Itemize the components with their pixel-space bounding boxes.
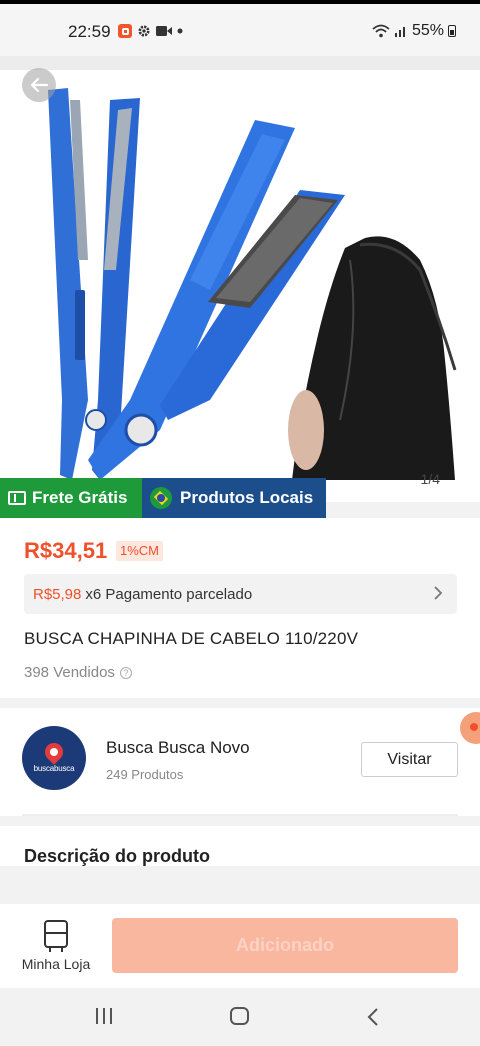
free-shipping-badge: Frete Grátis xyxy=(0,478,142,518)
local-products-badge: Produtos Locais xyxy=(142,478,326,518)
description-title: Descrição do produto xyxy=(24,846,211,866)
arrow-left-icon xyxy=(30,77,49,93)
screen: 22:59 55% 1/4 Frete Grátis Produtos Loca… xyxy=(0,0,480,1046)
store-card: buscabusca Busca Busca Novo 249 Produtos… xyxy=(0,708,480,816)
add-to-cart-button[interactable]: Adicionado xyxy=(112,918,458,973)
installment-text: x6 Pagamento parcelado xyxy=(85,585,253,603)
free-shipping-label: Frete Grátis xyxy=(32,488,128,507)
sold-count: 398 Vendidos xyxy=(24,664,115,681)
location-pin-icon xyxy=(41,739,67,765)
my-store-button[interactable]: Minha Loja xyxy=(22,920,90,972)
installment-row[interactable]: R$5,98 x6 Pagamento parcelado xyxy=(24,574,457,614)
question-icon[interactable]: ? xyxy=(119,666,132,679)
status-right: 55% xyxy=(372,22,456,40)
price-card: R$34,51 1%CM R$5,98 x6 Pagamento parcela… xyxy=(0,518,480,698)
gear-icon xyxy=(138,25,150,37)
signal-icon xyxy=(394,27,405,37)
store-product-count: 249 Produtos xyxy=(106,767,184,782)
installment-amount: R$5,98 xyxy=(33,585,82,603)
shop-app-icon xyxy=(118,24,132,38)
my-store-label: Minha Loja xyxy=(21,956,91,972)
product-price: R$34,51 xyxy=(24,538,108,563)
product-image xyxy=(48,88,457,480)
store-logo-text: buscabusca xyxy=(33,764,75,773)
chevron-right-icon xyxy=(434,586,443,600)
recent-apps-button[interactable] xyxy=(96,1008,112,1024)
product-image-carousel[interactable]: 1/4 xyxy=(0,70,480,502)
home-button[interactable] xyxy=(230,1007,249,1025)
status-time: 22:59 xyxy=(68,22,111,41)
battery-percent: 55% xyxy=(411,22,444,39)
image-counter: 1/4 xyxy=(420,471,440,487)
visit-store-button[interactable]: Visitar xyxy=(361,742,458,777)
status-bar: 22:59 55% xyxy=(0,4,480,56)
dot-icon xyxy=(177,28,183,34)
product-title: BUSCA CHAPINHA DE CABELO 110/220V xyxy=(24,629,359,648)
bottom-action-bar: Minha Loja Adicionado xyxy=(0,904,480,988)
battery-icon xyxy=(448,25,456,37)
video-camera-icon xyxy=(156,26,172,36)
cm-badge: 1%CM xyxy=(116,541,164,561)
sold-count-row: 398 Vendidos ? xyxy=(24,664,132,681)
divider xyxy=(22,814,458,816)
system-nav-bar xyxy=(0,988,480,1046)
store-logo[interactable]: buscabusca xyxy=(22,726,86,790)
status-notification-icons xyxy=(118,24,183,38)
brazil-flag-icon xyxy=(150,487,172,509)
back-nav-icon[interactable] xyxy=(367,1007,379,1027)
promo-badges: Frete Grátis Produtos Locais xyxy=(0,478,326,518)
description-section: Descrição do produto xyxy=(0,826,480,866)
store-name[interactable]: Busca Busca Novo xyxy=(106,738,250,758)
local-products-label: Produtos Locais xyxy=(180,488,314,507)
header-band xyxy=(0,56,480,70)
store-icon xyxy=(44,920,68,952)
back-button[interactable] xyxy=(22,68,56,102)
wifi-icon xyxy=(372,24,390,38)
ticket-icon xyxy=(8,491,26,505)
